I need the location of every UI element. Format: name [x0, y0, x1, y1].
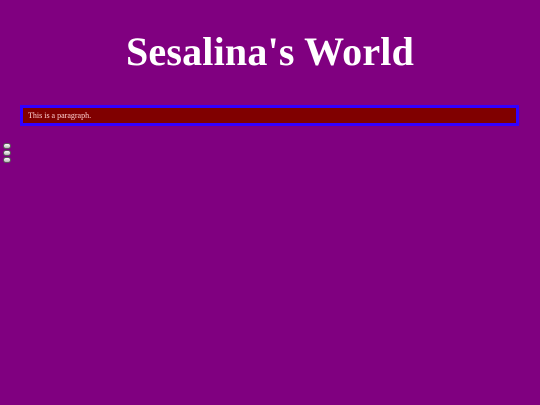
play-button-icon[interactable] [3, 157, 11, 163]
play-button-icon[interactable] [3, 150, 11, 156]
paragraph-box: This is a paragraph. [20, 105, 519, 126]
side-widget-stack [3, 143, 12, 164]
play-button-icon[interactable] [3, 143, 11, 149]
page-title: Sesalina's World [125, 29, 415, 74]
paragraph-text: This is a paragraph. [28, 111, 92, 120]
